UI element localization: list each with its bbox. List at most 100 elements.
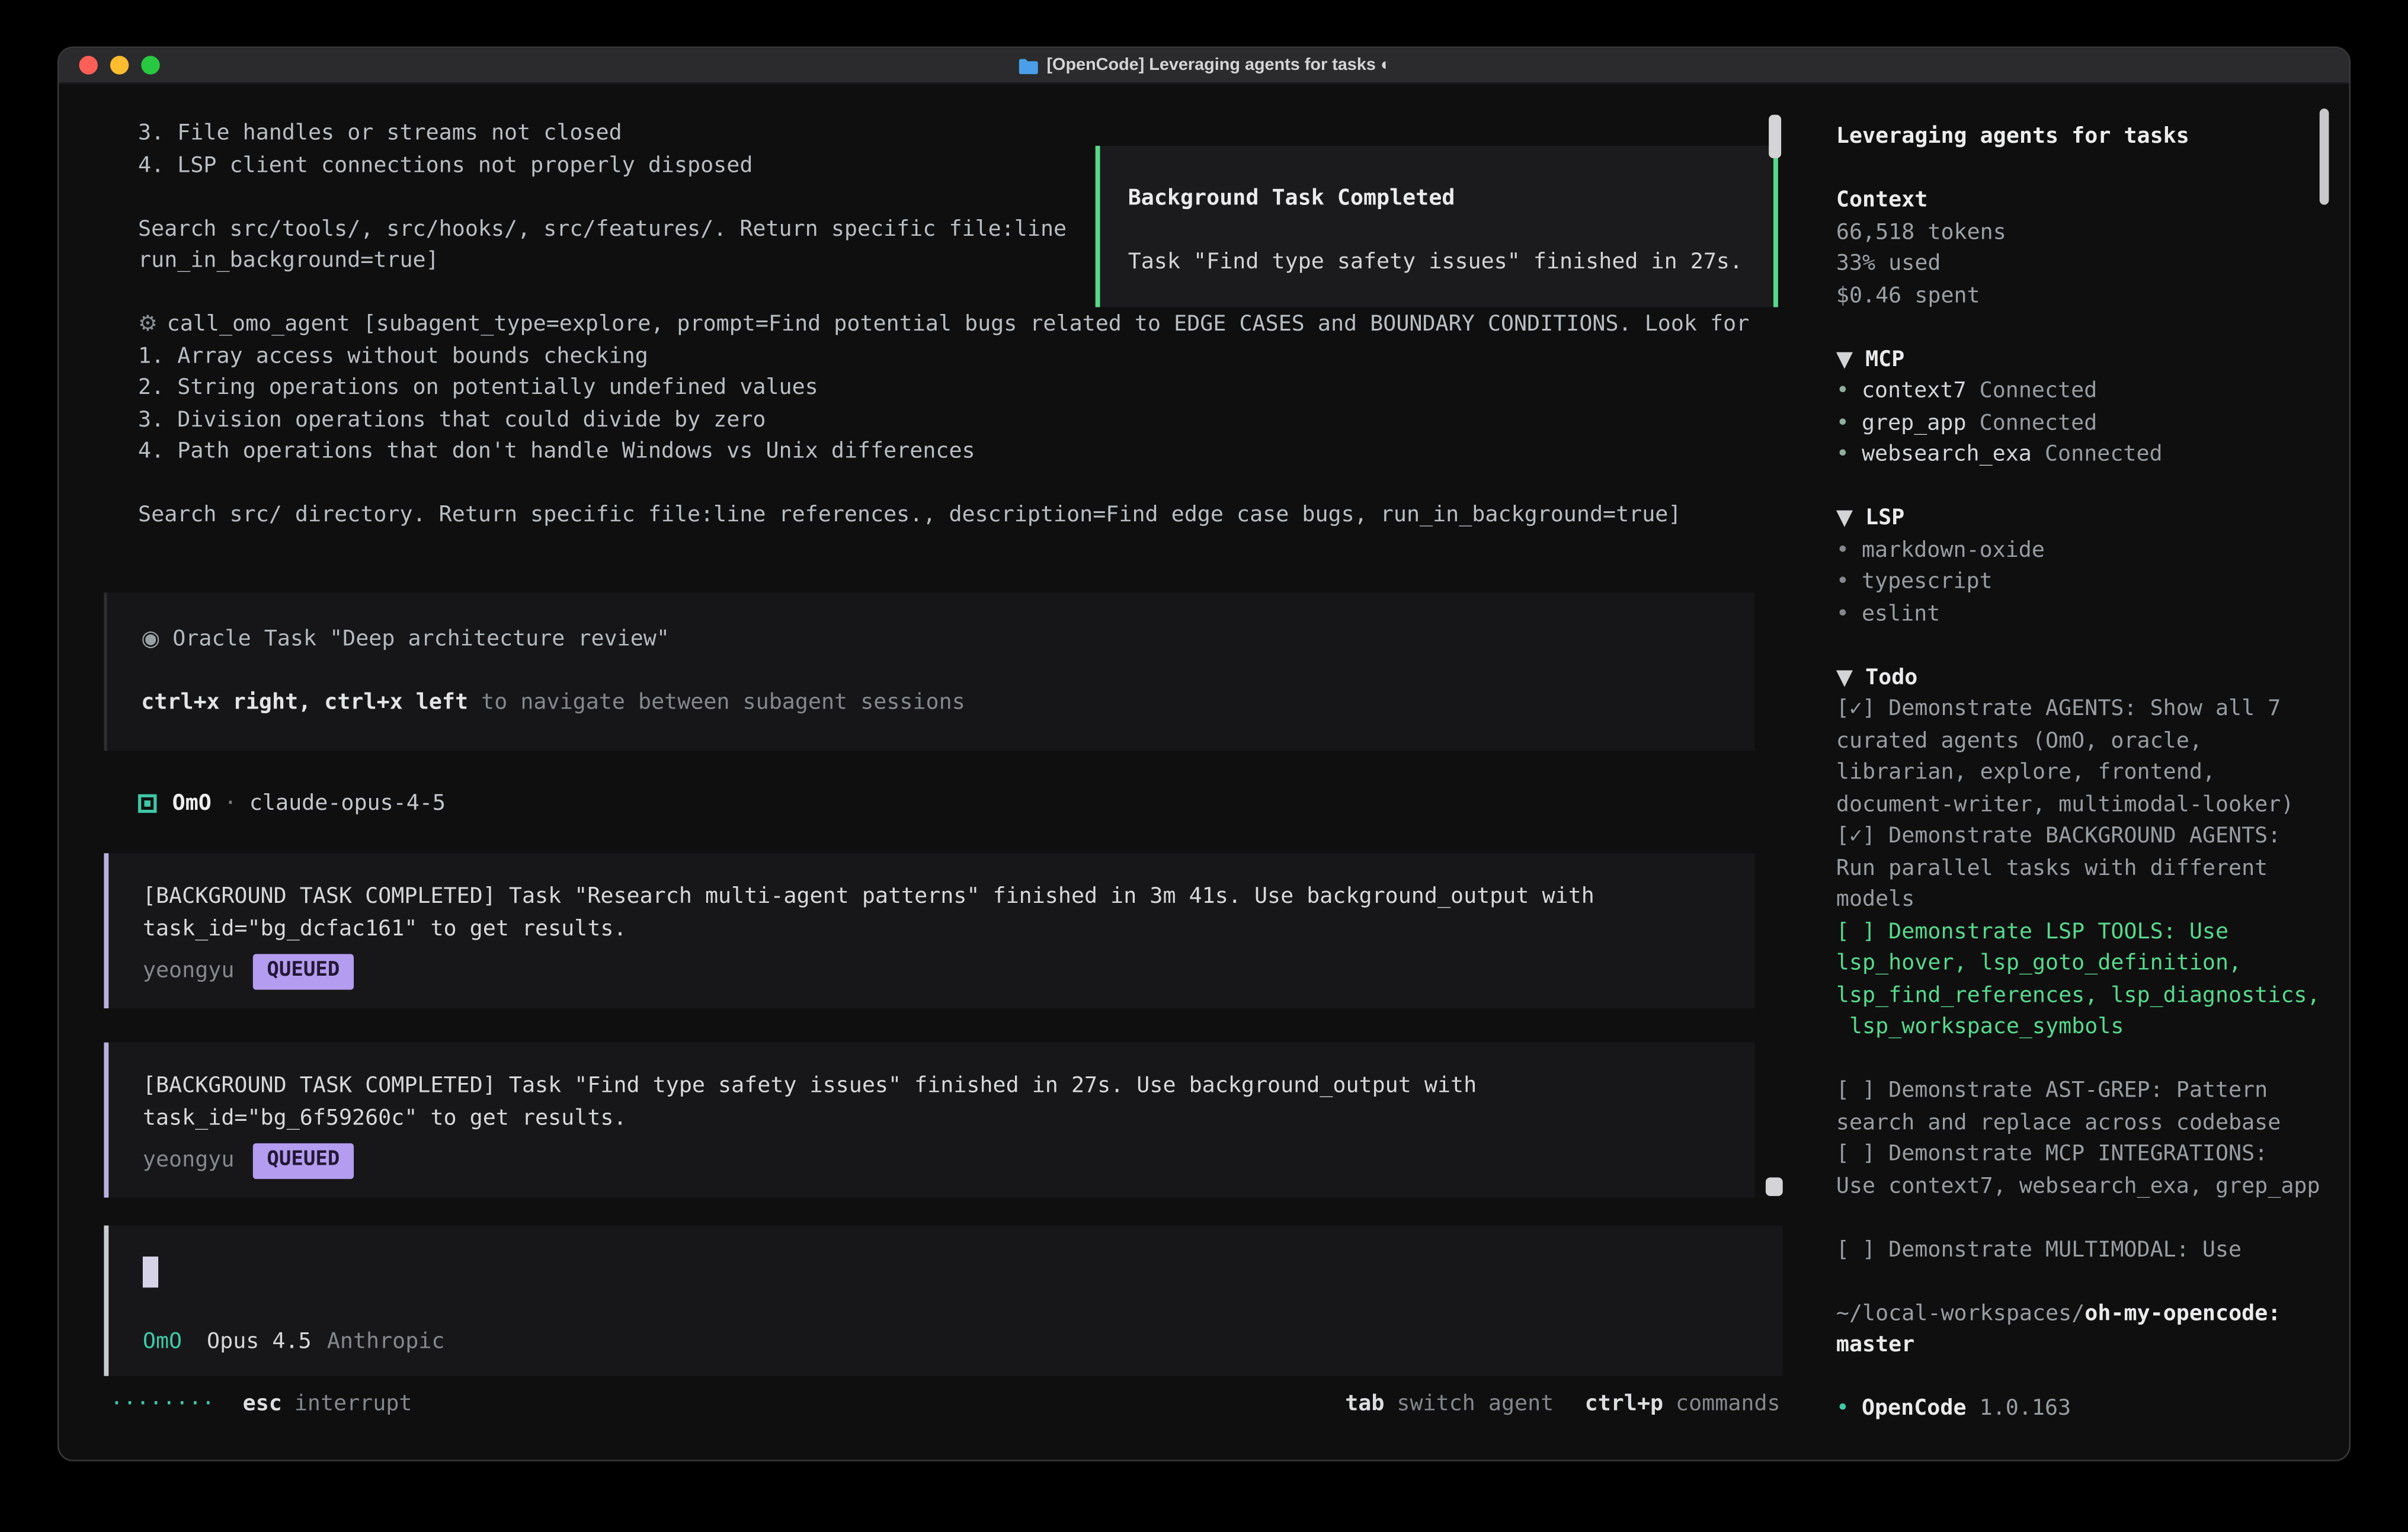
app-version: 1.0.163 (1980, 1396, 2071, 1421)
tab-key-hint: tab (1345, 1387, 1384, 1419)
lsp-list: •markdown-oxide •typescript •eslint (1836, 534, 2321, 630)
message-line: task_id="bg_dcfac161" to get results. (143, 913, 1721, 945)
lsp-item: •eslint (1836, 598, 2321, 630)
notification-toast: Background Task Completed Task "Find typ… (1096, 146, 1778, 307)
message-line: task_id="bg_6f59260c" to get results. (143, 1102, 1721, 1134)
esc-key-label: interrupt (294, 1387, 412, 1419)
message-author: yeongyu (143, 956, 235, 988)
bullet-icon: • (1836, 537, 1849, 562)
todo-item: [ ] Demonstrate MULTIMODAL: Use (1836, 1234, 2321, 1266)
workspace-branch: master (1836, 1329, 2321, 1361)
sidebar-scrollbar-thumb[interactable] (2320, 108, 2329, 204)
lsp-item: •markdown-oxide (1836, 534, 2321, 566)
collapse-triangle-icon: ▼ (1836, 506, 1853, 531)
queued-badge: QUEUED (253, 1143, 354, 1178)
sidebar: Leveraging agents for tasks Context 66,5… (1811, 84, 2349, 1461)
todo-list: [✓] Demonstrate AGENTS: Show all 7 curat… (1836, 693, 2321, 1265)
terminal-line: 2. String operations on potentially unde… (104, 372, 1811, 404)
todo-item: [ ] Demonstrate LSP TOOLS: Use lsp_hover… (1836, 916, 2321, 1043)
bullet-icon: • (1836, 601, 1849, 626)
minimize-window-button[interactable] (110, 56, 129, 74)
collapse-triangle-icon: ▼ (1836, 665, 1853, 690)
context-tokens: 66,518 tokens (1836, 216, 2321, 248)
todo-item: [ ] Demonstrate MCP INTEGRATIONS: Use co… (1836, 1139, 2321, 1202)
version-line: • OpenCode 1.0.163 (1836, 1393, 2321, 1425)
gear-icon: ⚙ (138, 312, 158, 336)
bullet-icon: • (1836, 569, 1849, 594)
traffic-lights (79, 48, 160, 82)
chat-scrollbar-thumb-bottom[interactable] (1766, 1177, 1783, 1196)
subagent-navigation-hint: ctrl+x right, ctrl+x left to navigate be… (141, 687, 1754, 719)
mcp-item: •websearch_exa Connected (1836, 439, 2321, 471)
workspace-path: ~/local-workspaces/oh-my-opencode: (1836, 1297, 2321, 1329)
bug-list: 1. Array access without bounds checking2… (104, 341, 1811, 468)
queued-badge: QUEUED (253, 954, 354, 989)
terminal-line: 3. File handles or streams not closed (104, 118, 1811, 150)
terminal-line: 1. Array access without bounds checking (104, 341, 1811, 373)
input-status-line: OmO Opus 4.5 Anthropic (143, 1326, 1749, 1358)
queued-message: [BACKGROUND TASK COMPLETED] Task "Find t… (104, 1043, 1754, 1198)
ctrlp-key-hint: ctrl+p (1585, 1387, 1663, 1419)
app-name: OpenCode (1862, 1396, 1967, 1421)
notification-title: Background Task Completed (1128, 183, 1746, 215)
bullet-icon: • (1836, 411, 1849, 435)
tab-key-label: switch agent (1397, 1387, 1554, 1419)
separator-dot: · (224, 787, 237, 819)
lsp-section-header[interactable]: ▼LSP (1836, 502, 2321, 534)
tool-call-text: call_omo_agent [subagent_type=explore, p… (167, 312, 1750, 336)
active-agent-line: OmO · claude-opus-4-5 (104, 787, 1811, 819)
context-spent: $0.46 spent (1836, 280, 2321, 312)
bullet-icon: • (1836, 442, 1849, 467)
status-dot-icon: • (1836, 1396, 1849, 1421)
text-cursor (143, 1257, 158, 1287)
terminal-line: 3. Division operations that could divide… (104, 404, 1811, 436)
mcp-item: •grep_app Connected (1836, 407, 2321, 439)
zoom-window-button[interactable] (141, 56, 159, 74)
spinner-dots-icon: ········ (110, 1387, 215, 1419)
input-agent-name: OmO (143, 1326, 182, 1358)
mcp-item: •context7 Connected (1836, 376, 2321, 408)
oracle-session-icon: ◉ (141, 626, 160, 651)
todo-item: [ ] Demonstrate AST-GREP: Pattern search… (1836, 1075, 2321, 1139)
input-provider-name: Anthropic (327, 1326, 445, 1358)
oracle-task-panel[interactable]: ◉Oracle Task "Deep architecture review" … (104, 592, 1754, 750)
message-author: yeongyu (143, 1145, 235, 1177)
agent-model: claude-opus-4-5 (249, 787, 446, 819)
lsp-item: •typescript (1836, 566, 2321, 598)
omo-agent-icon (138, 794, 156, 812)
context-used: 33% used (1836, 248, 2321, 280)
terminal-line: Search src/ directory. Return specific f… (104, 499, 1811, 531)
queued-message-list: [BACKGROUND TASK COMPLETED] Task "Resear… (104, 853, 1811, 1197)
status-bar: ········ esc interrupt tab switch agent … (110, 1387, 1781, 1419)
chat-scrollbar-thumb[interactable] (1769, 115, 1781, 158)
message-line: [BACKGROUND TASK COMPLETED] Task "Find t… (143, 1071, 1721, 1102)
notification-body: Task "Find type safety issues" finished … (1128, 246, 1746, 278)
terminal-line: 4. Path operations that don't handle Win… (104, 436, 1811, 468)
tool-call-line: ⚙ call_omo_agent [subagent_type=explore, … (104, 309, 1811, 341)
prompt-input[interactable]: OmO Opus 4.5 Anthropic (104, 1226, 1782, 1376)
titlebar[interactable]: [OpenCode] Leveraging agents for tasks ◐ (59, 48, 2349, 84)
collapse-triangle-icon: ▼ (1836, 347, 1853, 371)
mcp-list: •context7 Connected •grep_app Connected … (1836, 376, 2321, 471)
folder-icon (1017, 57, 1038, 74)
desktop: [OpenCode] Leveraging agents for tasks ◐… (0, 0, 2408, 1532)
close-window-button[interactable] (79, 56, 98, 74)
bullet-icon: • (1836, 379, 1849, 403)
todo-item: [✓] Demonstrate AGENTS: Show all 7 curat… (1836, 693, 2321, 821)
todo-section-header[interactable]: ▼Todo (1836, 662, 2321, 694)
oracle-task-title: ◉Oracle Task "Deep architecture review" (141, 623, 1754, 655)
esc-key-hint: esc (243, 1387, 282, 1419)
agent-name: OmO (172, 787, 212, 819)
window-title-text: [OpenCode] Leveraging agents for tasks ◐ (1046, 56, 1391, 74)
opencode-window: [OpenCode] Leveraging agents for tasks ◐… (57, 47, 2351, 1462)
input-model-name: Opus 4.5 (207, 1326, 312, 1358)
window-title: [OpenCode] Leveraging agents for tasks ◐ (1017, 56, 1391, 74)
chat-area: 3. File handles or streams not closed 4. … (59, 84, 1811, 1461)
context-heading: Context (1836, 185, 2321, 217)
todo-item: [✓] Demonstrate BACKGROUND AGENTS: Run p… (1836, 821, 2321, 916)
ctrlp-key-label: commands (1676, 1387, 1781, 1419)
queued-message: [BACKGROUND TASK COMPLETED] Task "Resear… (104, 853, 1754, 1008)
message-line: [BACKGROUND TASK COMPLETED] Task "Resear… (143, 881, 1721, 913)
session-title: Leveraging agents for tasks (1836, 121, 2321, 153)
mcp-section-header[interactable]: ▼MCP (1836, 344, 2321, 376)
